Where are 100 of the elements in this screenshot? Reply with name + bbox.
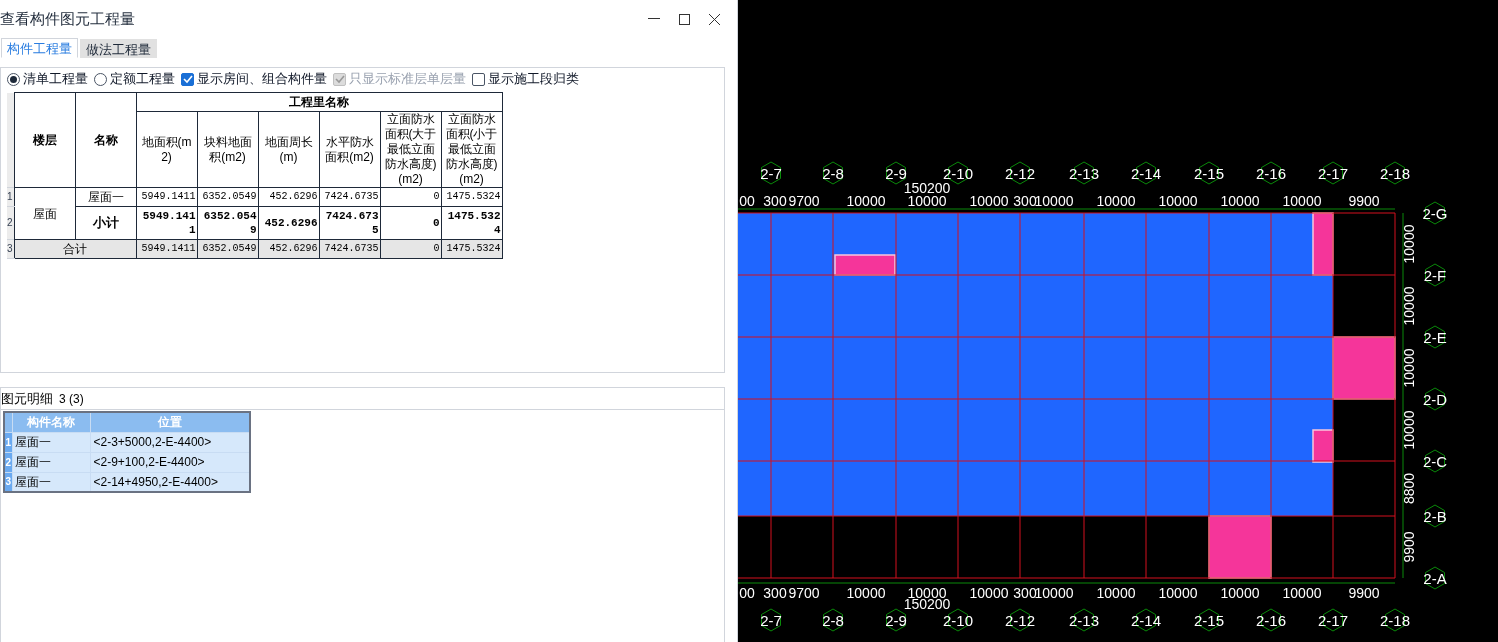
column-header: 楼层 <box>14 92 75 188</box>
dimension-label: 300 <box>1013 585 1037 601</box>
table-cell: 小计 <box>75 206 136 240</box>
dimension-label: 10000 <box>1096 585 1136 601</box>
checkbox-option[interactable]: 显示施工段归类 <box>472 69 579 89</box>
row-number: 2 <box>7 206 14 240</box>
dimension-label: 10000 <box>846 193 886 209</box>
panel-title: 图元明细 <box>1 389 53 408</box>
dimension-label: 9700 <box>788 193 820 209</box>
axis-label: 2-18 <box>1380 608 1410 632</box>
dimension-label: 00 <box>739 585 755 601</box>
dimension-label: 10000 <box>969 193 1009 209</box>
axis-label: 2-15 <box>1194 161 1224 185</box>
column-header: 立面防水面积(大于最低立面防水高度)(m2) <box>380 111 441 188</box>
table-cell: 5949.1411 <box>136 239 197 259</box>
axis-label: 2-18 <box>1380 161 1410 185</box>
maximize-icon <box>678 13 690 25</box>
table-cell: 1475.5324 <box>441 187 502 207</box>
dimension-label: 10000 <box>907 193 947 209</box>
checkbox[interactable] <box>181 72 194 86</box>
axis-label: 2-E <box>1423 325 1447 349</box>
dimension-label: 10000 <box>1401 224 1417 264</box>
table-cell: 1475.5324 <box>441 239 502 259</box>
dimension-label: 10000 <box>1096 193 1136 209</box>
column-header: 地面周长(m) <box>258 111 319 188</box>
row-number: 1 <box>7 187 14 207</box>
table-cell: 0 <box>380 206 441 240</box>
window-title: 查看构件图元工程量 <box>0 8 135 29</box>
table-cell: 0 <box>380 239 441 259</box>
row-number: 1 <box>4 432 12 452</box>
roof-opening <box>1332 336 1396 400</box>
column-header: 地面积(m2) <box>136 111 197 188</box>
axis-label: 2-7 <box>760 161 782 185</box>
axis-label: 2-7 <box>760 608 782 632</box>
radio-option[interactable]: 定额工程量 <box>94 69 175 89</box>
dimension-label: 300 <box>763 585 787 601</box>
checkbox-option[interactable]: 显示房间、组合构件量 <box>181 69 327 89</box>
table-cell: 7424.6735 <box>319 187 380 207</box>
radio-button[interactable] <box>7 72 20 86</box>
axis-label: 2-B <box>1423 504 1447 528</box>
axis-label: 2-A <box>1423 566 1447 590</box>
dimension-label: 300 <box>763 193 787 209</box>
table-cell: 合计 <box>14 239 136 259</box>
column-header: 位置 <box>90 412 250 432</box>
row-number: 3 <box>7 239 14 259</box>
roof-opening <box>1312 429 1334 463</box>
table-cell: 7424.6735 <box>319 239 380 259</box>
table-cell: 7424.6735 <box>319 206 380 240</box>
row-number: 3 <box>4 472 12 492</box>
dimension-label: 00 <box>739 193 755 209</box>
dimension-label: 10000 <box>1158 193 1198 209</box>
axis-label: 2-12 <box>1005 608 1035 632</box>
table-cell: 452.6296 <box>258 187 319 207</box>
axis-label: 2-14 <box>1131 161 1161 185</box>
table-cell: 1475.5324 <box>441 206 502 240</box>
axis-label: 2-G <box>1422 201 1448 225</box>
table-cell: 6352.0549 <box>197 239 258 259</box>
radio-option[interactable]: 清单工程量 <box>7 69 88 89</box>
table-cell: 5949.1411 <box>136 187 197 207</box>
axis-label: 2-16 <box>1256 608 1286 632</box>
axis-label: 2-16 <box>1256 161 1286 185</box>
minimize-icon <box>648 18 660 20</box>
dimension-label: 10000 <box>1401 410 1417 450</box>
column-header: 立面防水面积(小于最低立面防水高度)(m2) <box>441 111 502 188</box>
radio-button[interactable] <box>94 72 107 86</box>
axis-label: 2-14 <box>1131 608 1161 632</box>
table-cell: 452.6296 <box>258 206 319 240</box>
dimension-label: 10000 <box>1282 193 1322 209</box>
table-cell: 5949.1411 <box>136 206 197 240</box>
axis-label: 2-D <box>1422 387 1448 411</box>
dimension-label: 10000 <box>1034 193 1074 209</box>
roof-opening <box>1312 212 1334 276</box>
dimension-label: 10000 <box>1158 585 1198 601</box>
column-header: 块料地面积(m2) <box>197 111 258 188</box>
table-cell: 0 <box>380 187 441 207</box>
dimension-label: 10000 <box>1220 193 1260 209</box>
dimension-label: 10000 <box>1282 585 1322 601</box>
axis-label: 2-17 <box>1318 161 1348 185</box>
dimension-label: 10000 <box>907 585 947 601</box>
axis-label: 2-15 <box>1194 608 1224 632</box>
axis-label: 2-9 <box>885 608 907 632</box>
roof-opening <box>1208 515 1272 579</box>
checkbox[interactable] <box>472 72 485 86</box>
axis-label: 2-C <box>1422 449 1448 473</box>
detail-count: 3 (3) <box>59 390 84 408</box>
table-cell: 6352.0549 <box>197 187 258 207</box>
tab[interactable]: 构件工程量 <box>1 38 78 58</box>
dimension-label: 9900 <box>1348 585 1380 601</box>
dimension-label: 8800 <box>1401 472 1417 505</box>
roof-opening <box>834 254 896 276</box>
axis-label: 2-10 <box>943 608 973 632</box>
column-header: 名称 <box>75 92 136 188</box>
dimension-label: 300 <box>1013 193 1037 209</box>
dimension-label: 9700 <box>788 585 820 601</box>
axis-label: 2-8 <box>822 161 844 185</box>
close-icon <box>708 13 720 25</box>
column-header: 构件名称 <box>12 412 90 432</box>
tab[interactable]: 做法工程量 <box>80 39 157 58</box>
column-group-header: 工程里名称 <box>136 92 502 112</box>
dimension-label: 10000 <box>969 585 1009 601</box>
